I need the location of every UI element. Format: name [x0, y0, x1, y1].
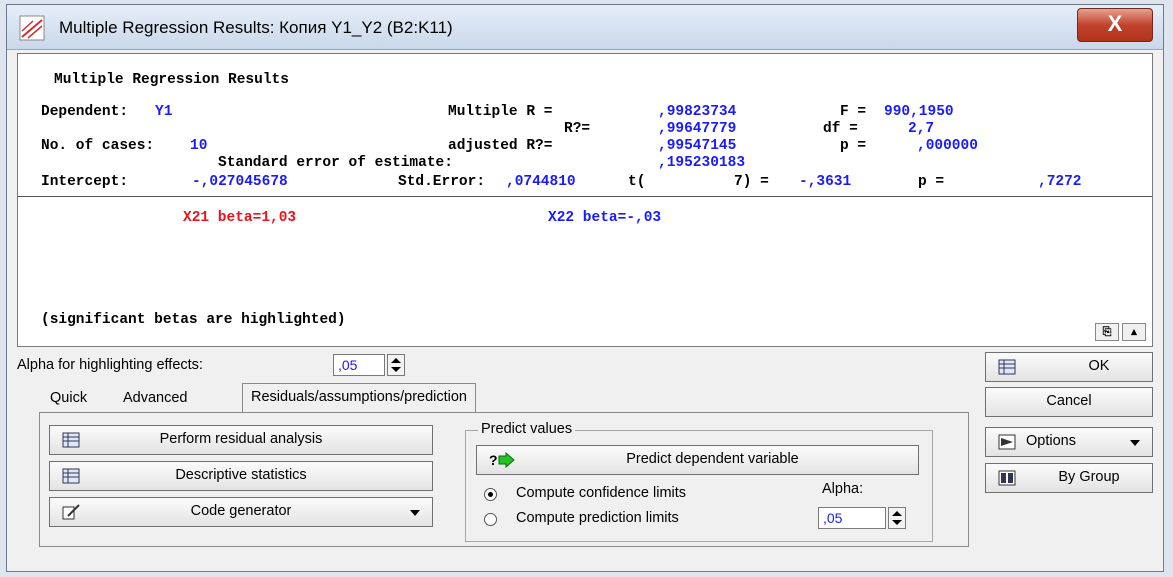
- ok-label: OK: [1088, 358, 1110, 374]
- descriptive-statistics-label: Descriptive statistics: [175, 467, 307, 483]
- std-error-label: Std.Error:: [398, 174, 486, 190]
- title-bar: Multiple Regression Results: Копия Y1_Y2…: [7, 5, 1163, 50]
- perform-residual-button[interactable]: Perform residual analysis: [49, 425, 433, 455]
- p2-label: p =: [918, 174, 945, 190]
- svg-text:?: ?: [489, 452, 498, 468]
- tab-residuals[interactable]: Residuals/assumptions/prediction: [242, 383, 476, 414]
- cases-value: 10: [190, 138, 208, 154]
- table-icon: [998, 359, 1016, 375]
- copy-icon[interactable]: ⎘: [1095, 323, 1119, 341]
- adj-r2-value: ,99547145: [658, 138, 737, 154]
- adj-r2-label: adjusted R?=: [448, 138, 553, 154]
- tab-advanced[interactable]: Advanced: [115, 385, 196, 413]
- results-mini-toolbar: ⎘ ▴: [1095, 323, 1146, 341]
- f-value: 990,1950: [884, 104, 954, 120]
- alpha-label: Alpha for highlighting effects:: [17, 357, 203, 373]
- code-generator-button[interactable]: Code generator: [49, 497, 433, 527]
- std-error-value: ,0744810: [506, 174, 576, 190]
- f-label: F =: [840, 104, 867, 120]
- descriptive-statistics-button[interactable]: Descriptive statistics: [49, 461, 433, 491]
- tab-quick[interactable]: Quick: [42, 385, 95, 413]
- predict-alpha-input[interactable]: ,05: [818, 507, 886, 529]
- df-value: 2,7: [908, 121, 935, 137]
- prediction-radio[interactable]: [484, 513, 497, 526]
- predict-alpha-spinner[interactable]: [888, 507, 906, 529]
- t-label: t(: [628, 174, 646, 190]
- results-separator: [18, 196, 1152, 197]
- results-heading: Multiple Regression Results: [54, 72, 289, 88]
- close-button[interactable]: X: [1077, 8, 1153, 42]
- predict-alpha-label: Alpha:: [822, 481, 864, 497]
- multiple-r-value: ,99823734: [658, 104, 737, 120]
- beta-x21: X21 beta=1,03: [183, 210, 297, 226]
- chevron-down-icon: [1130, 440, 1140, 446]
- p-value: ,000000: [917, 138, 978, 154]
- prediction-label: Compute prediction limits: [516, 510, 679, 526]
- multiple-r-label: Multiple R =: [448, 104, 553, 120]
- dependent-label: Dependent:: [41, 104, 129, 120]
- se-label: Standard error of estimate:: [218, 155, 453, 171]
- dialog-window: Multiple Regression Results: Копия Y1_Y2…: [6, 4, 1164, 572]
- df-label: df =: [823, 121, 858, 137]
- by-group-icon: [998, 470, 1016, 486]
- confidence-radio[interactable]: [484, 488, 497, 501]
- chevron-down-icon: [410, 510, 420, 516]
- p2-value: ,7272: [1038, 174, 1082, 190]
- alpha-input[interactable]: ,05: [333, 354, 385, 376]
- t-df: 7) =: [734, 174, 769, 190]
- cancel-label: Cancel: [1046, 393, 1092, 409]
- predict-dependent-label: Predict dependent variable: [626, 451, 799, 467]
- intercept-value: -,027045678: [192, 174, 288, 190]
- confidence-label: Compute confidence limits: [516, 485, 687, 501]
- dependent-value: Y1: [155, 104, 173, 120]
- t-value: -,3631: [799, 174, 852, 190]
- by-group-button[interactable]: By Group: [985, 463, 1153, 493]
- options-button[interactable]: Options: [985, 427, 1153, 457]
- by-group-label: By Group: [1058, 469, 1120, 485]
- significance-note: (significant betas are highlighted): [41, 312, 346, 328]
- ok-button[interactable]: OK: [985, 352, 1153, 382]
- window-title: Multiple Regression Results: Копия Y1_Y2…: [59, 18, 453, 37]
- beta-x22: X22 beta=-,03: [548, 210, 662, 226]
- r2-label: R?=: [564, 121, 591, 137]
- cases-label: No. of cases:: [41, 138, 155, 154]
- regression-app-icon: [19, 15, 45, 41]
- code-generator-label: Code generator: [190, 503, 292, 519]
- cancel-button[interactable]: Cancel: [985, 387, 1153, 417]
- predict-values-title: Predict values: [478, 421, 576, 437]
- p-label: p =: [840, 138, 867, 154]
- r2-value: ,99647779: [658, 121, 737, 137]
- options-icon: [998, 434, 1016, 450]
- intercept-label: Intercept:: [41, 174, 129, 190]
- alpha-spinner[interactable]: [387, 354, 405, 376]
- predict-dependent-button[interactable]: ? Predict dependent variable: [476, 445, 919, 475]
- perform-residual-label: Perform residual analysis: [159, 431, 323, 447]
- collapse-up-icon[interactable]: ▴: [1122, 323, 1146, 341]
- results-panel: Multiple Regression Results Dependent: Y…: [17, 53, 1153, 347]
- predict-values-group: Predict values ? Predict dependent varia…: [465, 421, 933, 542]
- se-value: ,195230183: [658, 155, 746, 171]
